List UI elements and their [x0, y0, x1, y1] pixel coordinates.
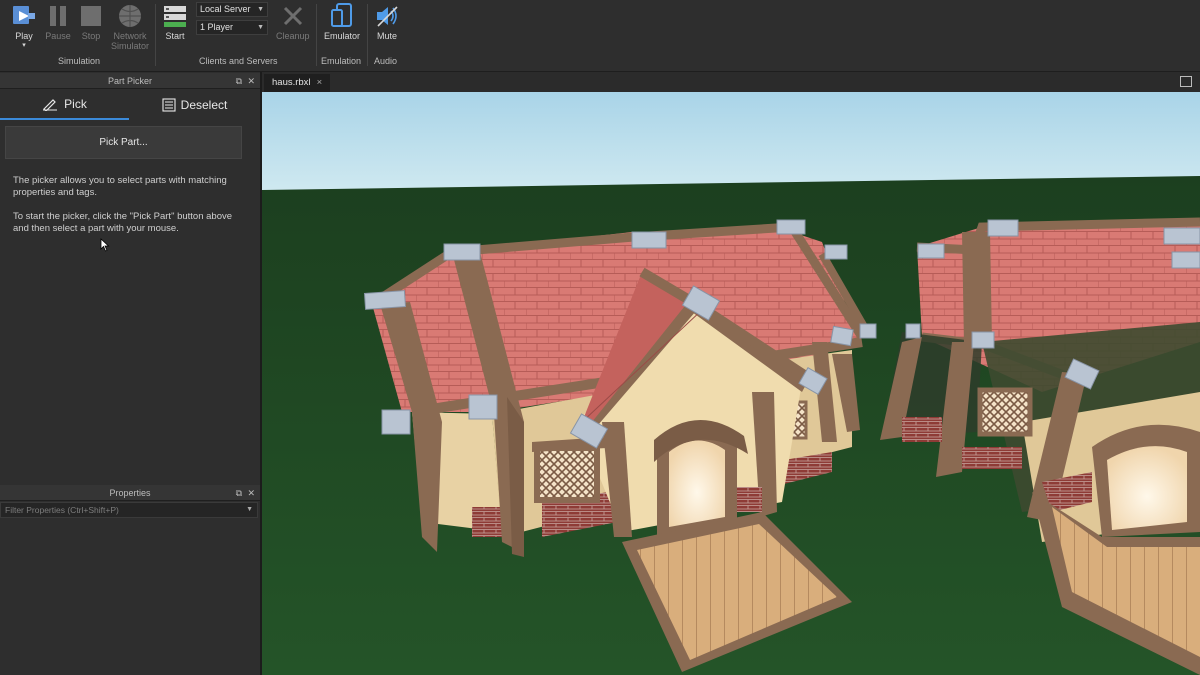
tab-deselect-label: Deselect: [180, 98, 228, 112]
document-tab-bar: haus.rbxl ×: [262, 72, 1200, 92]
chevron-down-icon: ▼: [257, 6, 264, 13]
doc-tab-label: haus.rbxl: [272, 77, 311, 88]
cursor-icon: [100, 238, 110, 252]
simulation-group-label: Simulation: [58, 56, 101, 66]
properties-header: Properties ⧉ ✕: [0, 485, 260, 501]
properties-panel: Filter Properties (Ctrl+Shift+P) ▼: [0, 502, 260, 675]
server-mode-select[interactable]: Local Server ▼: [196, 2, 268, 17]
close-icon[interactable]: ×: [317, 77, 323, 88]
float-icon[interactable]: ⧉: [236, 485, 242, 501]
play-icon: [10, 2, 38, 30]
stop-label: Stop: [81, 31, 101, 41]
audio-group-label: Audio: [374, 56, 398, 66]
network-simulator-button[interactable]: Network Simulator: [108, 2, 152, 51]
part-picker-header: Part Picker ⧉ ✕: [0, 73, 260, 89]
3d-viewport[interactable]: [262, 92, 1200, 675]
emulator-icon: [328, 2, 356, 30]
network-simulator-label: Network Simulator: [110, 31, 149, 51]
emulator-button[interactable]: Emulator: [322, 2, 362, 41]
network-icon: [116, 2, 144, 30]
ribbon-separator: [155, 4, 156, 66]
chevron-down-icon: ▼: [257, 24, 264, 31]
pause-icon: [44, 2, 72, 30]
start-icon: [161, 2, 189, 30]
cleanup-icon: [279, 2, 307, 30]
deselect-icon: [162, 98, 176, 112]
emulation-group-label: Emulation: [321, 56, 362, 66]
mute-icon: [373, 2, 401, 30]
properties-title: Properties: [109, 488, 151, 498]
properties-filter-placeholder: Filter Properties (Ctrl+Shift+P): [5, 505, 119, 515]
ribbon-separator: [367, 4, 368, 66]
play-dropdown-icon[interactable]: ▾: [22, 42, 26, 49]
maximize-icon[interactable]: [1180, 76, 1192, 87]
float-icon[interactable]: ⧉: [236, 73, 242, 89]
mute-label: Mute: [376, 31, 397, 41]
scene-render: [262, 92, 1200, 675]
ribbon-separator: [316, 4, 317, 66]
emulator-label: Emulator: [323, 31, 360, 41]
tab-haus-rbxl[interactable]: haus.rbxl ×: [264, 74, 331, 92]
close-icon[interactable]: ✕: [247, 73, 255, 89]
pick-part-label: Pick Part...: [99, 137, 148, 148]
part-picker-panel: Pick Deselect Pick Part... The picker al…: [0, 90, 260, 480]
mute-button[interactable]: Mute: [373, 2, 401, 41]
stop-button[interactable]: Stop: [77, 2, 105, 41]
picker-description-2: To start the picker, click the "Pick Par…: [13, 211, 233, 234]
tab-deselect[interactable]: Deselect: [129, 90, 260, 120]
start-button[interactable]: Start: [161, 2, 189, 41]
player-count-value: 1 Player: [200, 22, 234, 32]
cleanup-label: Cleanup: [276, 31, 310, 41]
close-icon[interactable]: ✕: [247, 485, 255, 501]
clients-servers-group-label: Clients and Servers: [199, 56, 278, 66]
start-label: Start: [165, 31, 185, 41]
player-count-select[interactable]: 1 Player ▼: [196, 20, 268, 35]
cleanup-button[interactable]: Cleanup: [276, 2, 310, 41]
tab-pick[interactable]: Pick: [0, 90, 129, 120]
play-label: Play: [15, 31, 33, 41]
properties-filter-input[interactable]: Filter Properties (Ctrl+Shift+P) ▼: [0, 502, 258, 518]
pause-label: Pause: [45, 31, 71, 41]
picker-description-1: The picker allows you to select parts wi…: [13, 175, 227, 198]
play-button[interactable]: Play ▾: [10, 2, 38, 49]
stop-icon: [77, 2, 105, 30]
ribbon-toolbar: Play ▾ Pause Stop Network Simulator Simu…: [0, 0, 1200, 72]
pick-icon: [43, 99, 58, 111]
server-mode-value: Local Server: [200, 4, 251, 14]
chevron-down-icon: ▼: [246, 506, 253, 513]
pick-part-button[interactable]: Pick Part...: [5, 126, 242, 159]
tab-pick-label: Pick: [64, 97, 87, 111]
part-picker-title: Part Picker: [107, 76, 152, 86]
pause-button[interactable]: Pause: [44, 2, 72, 41]
